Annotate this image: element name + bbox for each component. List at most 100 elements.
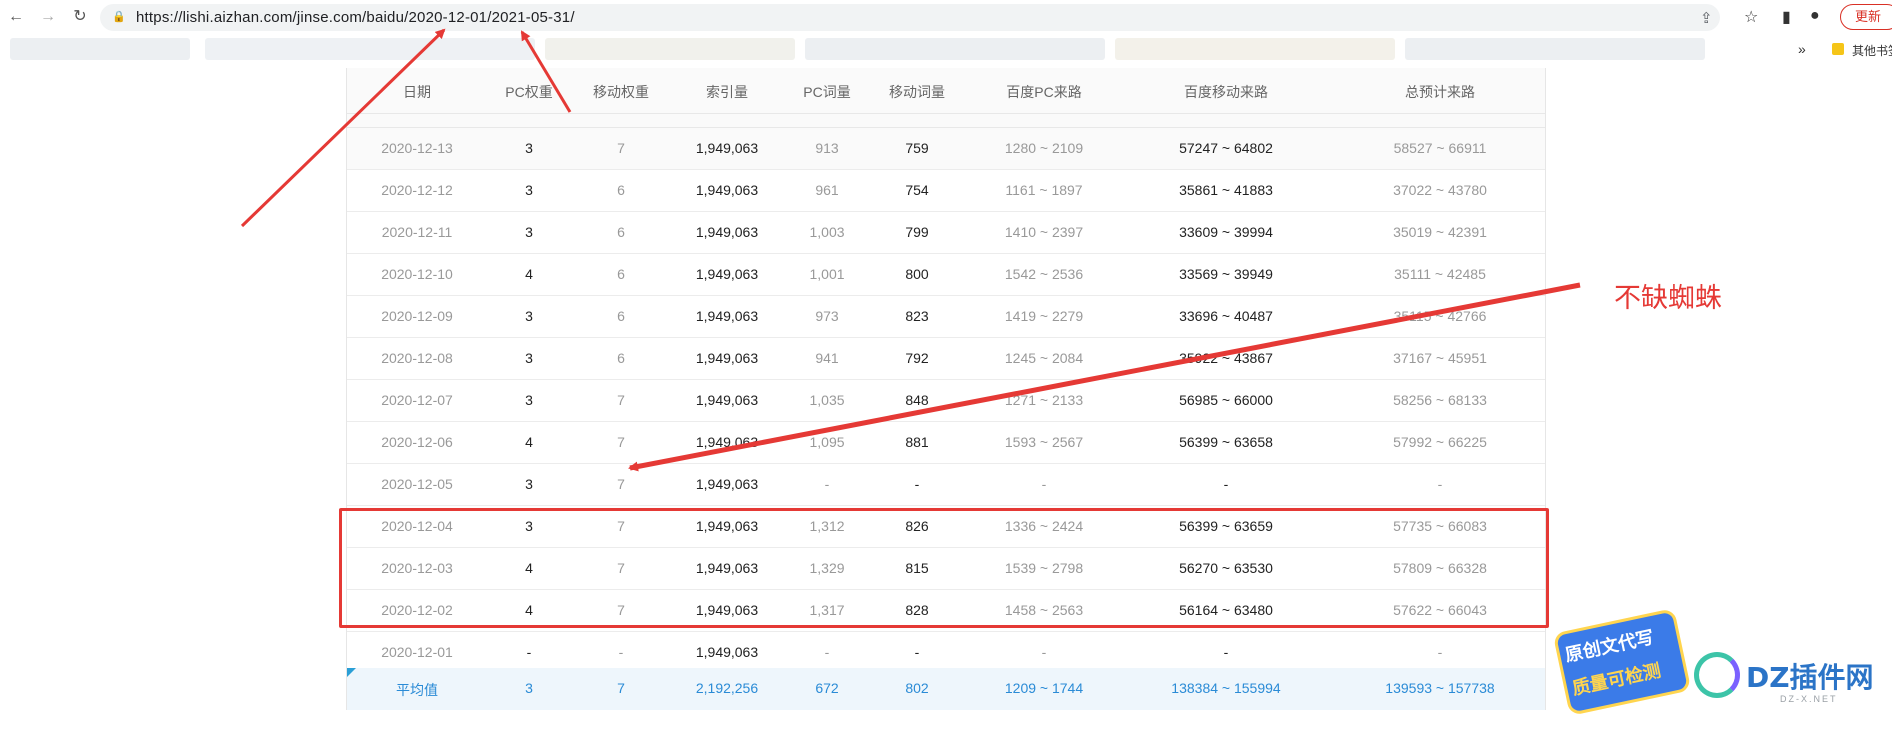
watermark-badge: 原创文代写 质量可检测: [1552, 608, 1692, 716]
header-index[interactable]: 索引量: [706, 82, 748, 102]
address-bar[interactable]: 🔒 https://lishi.aizhan.com/jinse.com/bai…: [100, 4, 1720, 31]
cell-baidu-pc: 1245 ~ 2084: [1004, 350, 1084, 366]
back-arrow-icon[interactable]: ←: [6, 7, 26, 27]
cell-mobile-words: 799: [905, 224, 929, 240]
cell-baidu-mobile: 57247 ~ 64802: [1179, 140, 1273, 156]
reload-icon[interactable]: ↻: [70, 7, 90, 27]
cell-baidu-pc: 1419 ~ 2279: [1004, 308, 1084, 324]
cell-baidu-mobile: 35861 ~ 41883: [1179, 182, 1273, 198]
header-pc-words[interactable]: PC词量: [803, 82, 850, 102]
cell-date: 2020-12-05: [381, 476, 453, 492]
cell-pc-weight: 4: [525, 266, 533, 282]
cell-pc-words: 961: [815, 182, 839, 198]
blurred-bookmark[interactable]: [10, 38, 190, 60]
table-header: 日期 PC权重 移动权重 索引量 PC词量 移动词量 百度PC来路 百度移动来路…: [347, 68, 1545, 114]
bookmarks-bar: » 其他书签: [0, 34, 1892, 66]
table-row: 2020-12-06 4 7 1,949,063 1,095 881 1593 ~ 2567…: [347, 422, 1545, 464]
header-date[interactable]: 日期: [403, 82, 431, 102]
cell-index: 1,949,063: [695, 182, 759, 198]
cell-mobile-words: -: [914, 476, 920, 492]
cell-pc-weight: 3: [525, 392, 533, 408]
cell-mobile-words: 848: [905, 392, 929, 408]
header-total[interactable]: 总预计来路: [1405, 82, 1475, 102]
cell-mobile-weight: 6: [617, 224, 625, 240]
cell-index: 1,949,063: [695, 644, 759, 660]
average-cell: 7: [617, 680, 625, 696]
bookmarks-more-icon[interactable]: »: [1798, 41, 1806, 57]
cell-baidu-pc: 1542 ~ 2536: [1004, 266, 1084, 282]
star-icon[interactable]: ☆: [1744, 7, 1758, 27]
table-row: 2020-12-12 3 6 1,949,063 961 754 1161 ~ 1897 35…: [347, 170, 1545, 212]
folder-icon: [1832, 43, 1844, 55]
forward-arrow-icon[interactable]: →: [38, 7, 58, 27]
corner-marker-icon: [347, 668, 356, 677]
cell-pc-weight: 3: [525, 350, 533, 366]
cell-mobile-weight: 7: [617, 434, 625, 450]
average-cell: 2,192,256: [695, 680, 759, 696]
cell-index: 1,949,063: [695, 224, 759, 240]
blurred-bookmark[interactable]: [805, 38, 1105, 60]
cell-total: -: [1437, 644, 1443, 660]
cell-mobile-weight: 7: [617, 140, 625, 156]
cell-date: 2020-12-11: [381, 224, 453, 240]
cell-mobile-weight: 7: [617, 476, 625, 492]
cell-baidu-pc: 1161 ~ 1897: [1005, 182, 1083, 198]
cell-date: 2020-12-08: [381, 350, 453, 366]
table-row: 2020-12-11 3 6 1,949,063 1,003 799 1410 ~ 2397…: [347, 212, 1545, 254]
update-button[interactable]: 更新: [1840, 4, 1892, 30]
cell-baidu-pc: 1280 ~ 2109: [1004, 140, 1084, 156]
cell-pc-words: 941: [815, 350, 839, 366]
cell-baidu-mobile: -: [1223, 476, 1229, 492]
cell-total: -: [1437, 476, 1443, 492]
blurred-bookmark[interactable]: [1115, 38, 1395, 60]
header-baidu-mobile[interactable]: 百度移动来路: [1184, 82, 1268, 102]
sidebar-icon[interactable]: ▮: [1782, 7, 1791, 27]
cell-pc-weight: 3: [525, 476, 533, 492]
cell-mobile-weight: 6: [617, 266, 625, 282]
cell-mobile-words: 800: [905, 266, 929, 282]
cell-index: 1,949,063: [695, 476, 759, 492]
cell-pc-weight: -: [526, 644, 532, 660]
cell-total: 35019 ~ 42391: [1393, 224, 1487, 240]
blurred-bookmark[interactable]: [205, 38, 535, 60]
header-baidu-pc[interactable]: 百度PC来路: [1006, 82, 1081, 102]
cell-total: 37167 ~ 45951: [1393, 350, 1487, 366]
blurred-bookmark[interactable]: [1405, 38, 1705, 60]
cell-pc-words: 1,035: [809, 392, 845, 408]
site-logo: DZ插件网 DZ-X.NET: [1690, 650, 1890, 710]
cell-pc-weight: 3: [525, 182, 533, 198]
header-mobile-words[interactable]: 移动词量: [889, 82, 945, 102]
blurred-bookmark[interactable]: [545, 38, 795, 60]
cell-total: 58256 ~ 68133: [1393, 392, 1487, 408]
table-row: 2020-12-05 3 7 1,949,063 - - - - -: [347, 464, 1545, 506]
average-cell: 1209 ~ 1744: [1004, 680, 1084, 696]
average-cell: 138384 ~ 155994: [1171, 680, 1281, 696]
annotation-text: 不缺蜘蛛: [1614, 283, 1722, 314]
cell-pc-words: 973: [815, 308, 839, 324]
table-row: 2020-12-09 3 6 1,949,063 973 823 1419 ~ 2279 33…: [347, 296, 1545, 338]
cell-baidu-pc: -: [1041, 644, 1047, 660]
header-mobile-weight[interactable]: 移动权重: [593, 82, 649, 102]
cell-baidu-mobile: -: [1223, 644, 1229, 660]
header-pc-weight[interactable]: PC权重: [505, 82, 552, 102]
cell-date: 2020-12-13: [381, 140, 453, 156]
logo-subtext: DZ-X.NET: [1780, 694, 1838, 704]
table-scroll-gap: [347, 114, 1545, 128]
check-logo-icon: [1694, 652, 1740, 698]
cell-pc-weight: 3: [525, 224, 533, 240]
cell-total: 57992 ~ 66225: [1393, 434, 1487, 450]
cell-index: 1,949,063: [695, 308, 759, 324]
profile-icon[interactable]: ●: [1810, 7, 1820, 25]
cell-date: 2020-12-07: [381, 392, 453, 408]
share-icon[interactable]: ⇪: [1700, 9, 1713, 27]
cell-mobile-weight: 6: [617, 308, 625, 324]
cell-baidu-pc: 1271 ~ 2133: [1004, 392, 1084, 408]
url-text[interactable]: https://lishi.aizhan.com/jinse.com/baidu…: [136, 9, 575, 26]
other-bookmarks-link[interactable]: 其他书签: [1852, 42, 1892, 59]
cell-baidu-pc: 1593 ~ 2567: [1004, 434, 1084, 450]
cell-pc-weight: 3: [525, 308, 533, 324]
cell-date: 2020-12-01: [381, 644, 453, 660]
cell-pc-words: -: [824, 644, 830, 660]
cell-pc-words: -: [824, 476, 830, 492]
cell-mobile-words: 792: [905, 350, 929, 366]
